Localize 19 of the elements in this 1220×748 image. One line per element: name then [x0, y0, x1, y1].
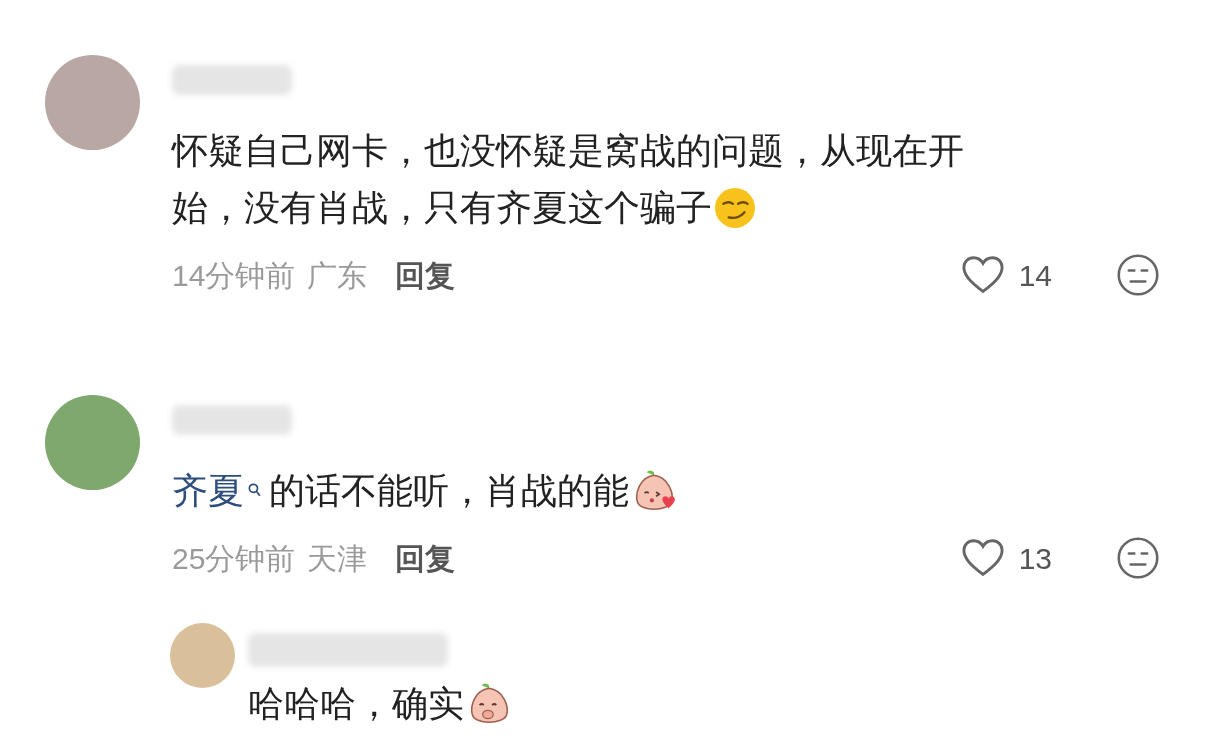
mention-link[interactable]: 齐夏 — [172, 462, 244, 519]
neutral-face-icon[interactable] — [1116, 253, 1160, 297]
like-count: 13 — [1018, 540, 1052, 577]
comment-text: 哈哈哈，确实 — [248, 682, 464, 726]
comment-location: 广东 — [307, 257, 368, 294]
comment-text: 怀疑自己网卡，也没怀疑是窝战的问题，从现在开 — [172, 129, 964, 173]
comment-time: 25分钟前 — [172, 540, 296, 577]
search-icon — [248, 483, 261, 498]
like-count: 14 — [1018, 257, 1052, 294]
comment-time: 14分钟前 — [172, 257, 296, 294]
reply-button[interactable]: 回复 — [395, 252, 456, 298]
heart-icon[interactable] — [960, 538, 1005, 578]
neutral-face-icon[interactable] — [1116, 536, 1160, 580]
comment-location: 天津 — [307, 540, 368, 577]
comment-text: 的话不能听，肖战的能 — [269, 469, 629, 513]
heart-icon[interactable] — [960, 255, 1005, 295]
comment-text: 始，没有肖战，只有齐夏这个骗子 — [172, 186, 712, 230]
reply-button[interactable]: 回复 — [395, 535, 456, 581]
smirk-emoji-icon — [714, 186, 756, 229]
